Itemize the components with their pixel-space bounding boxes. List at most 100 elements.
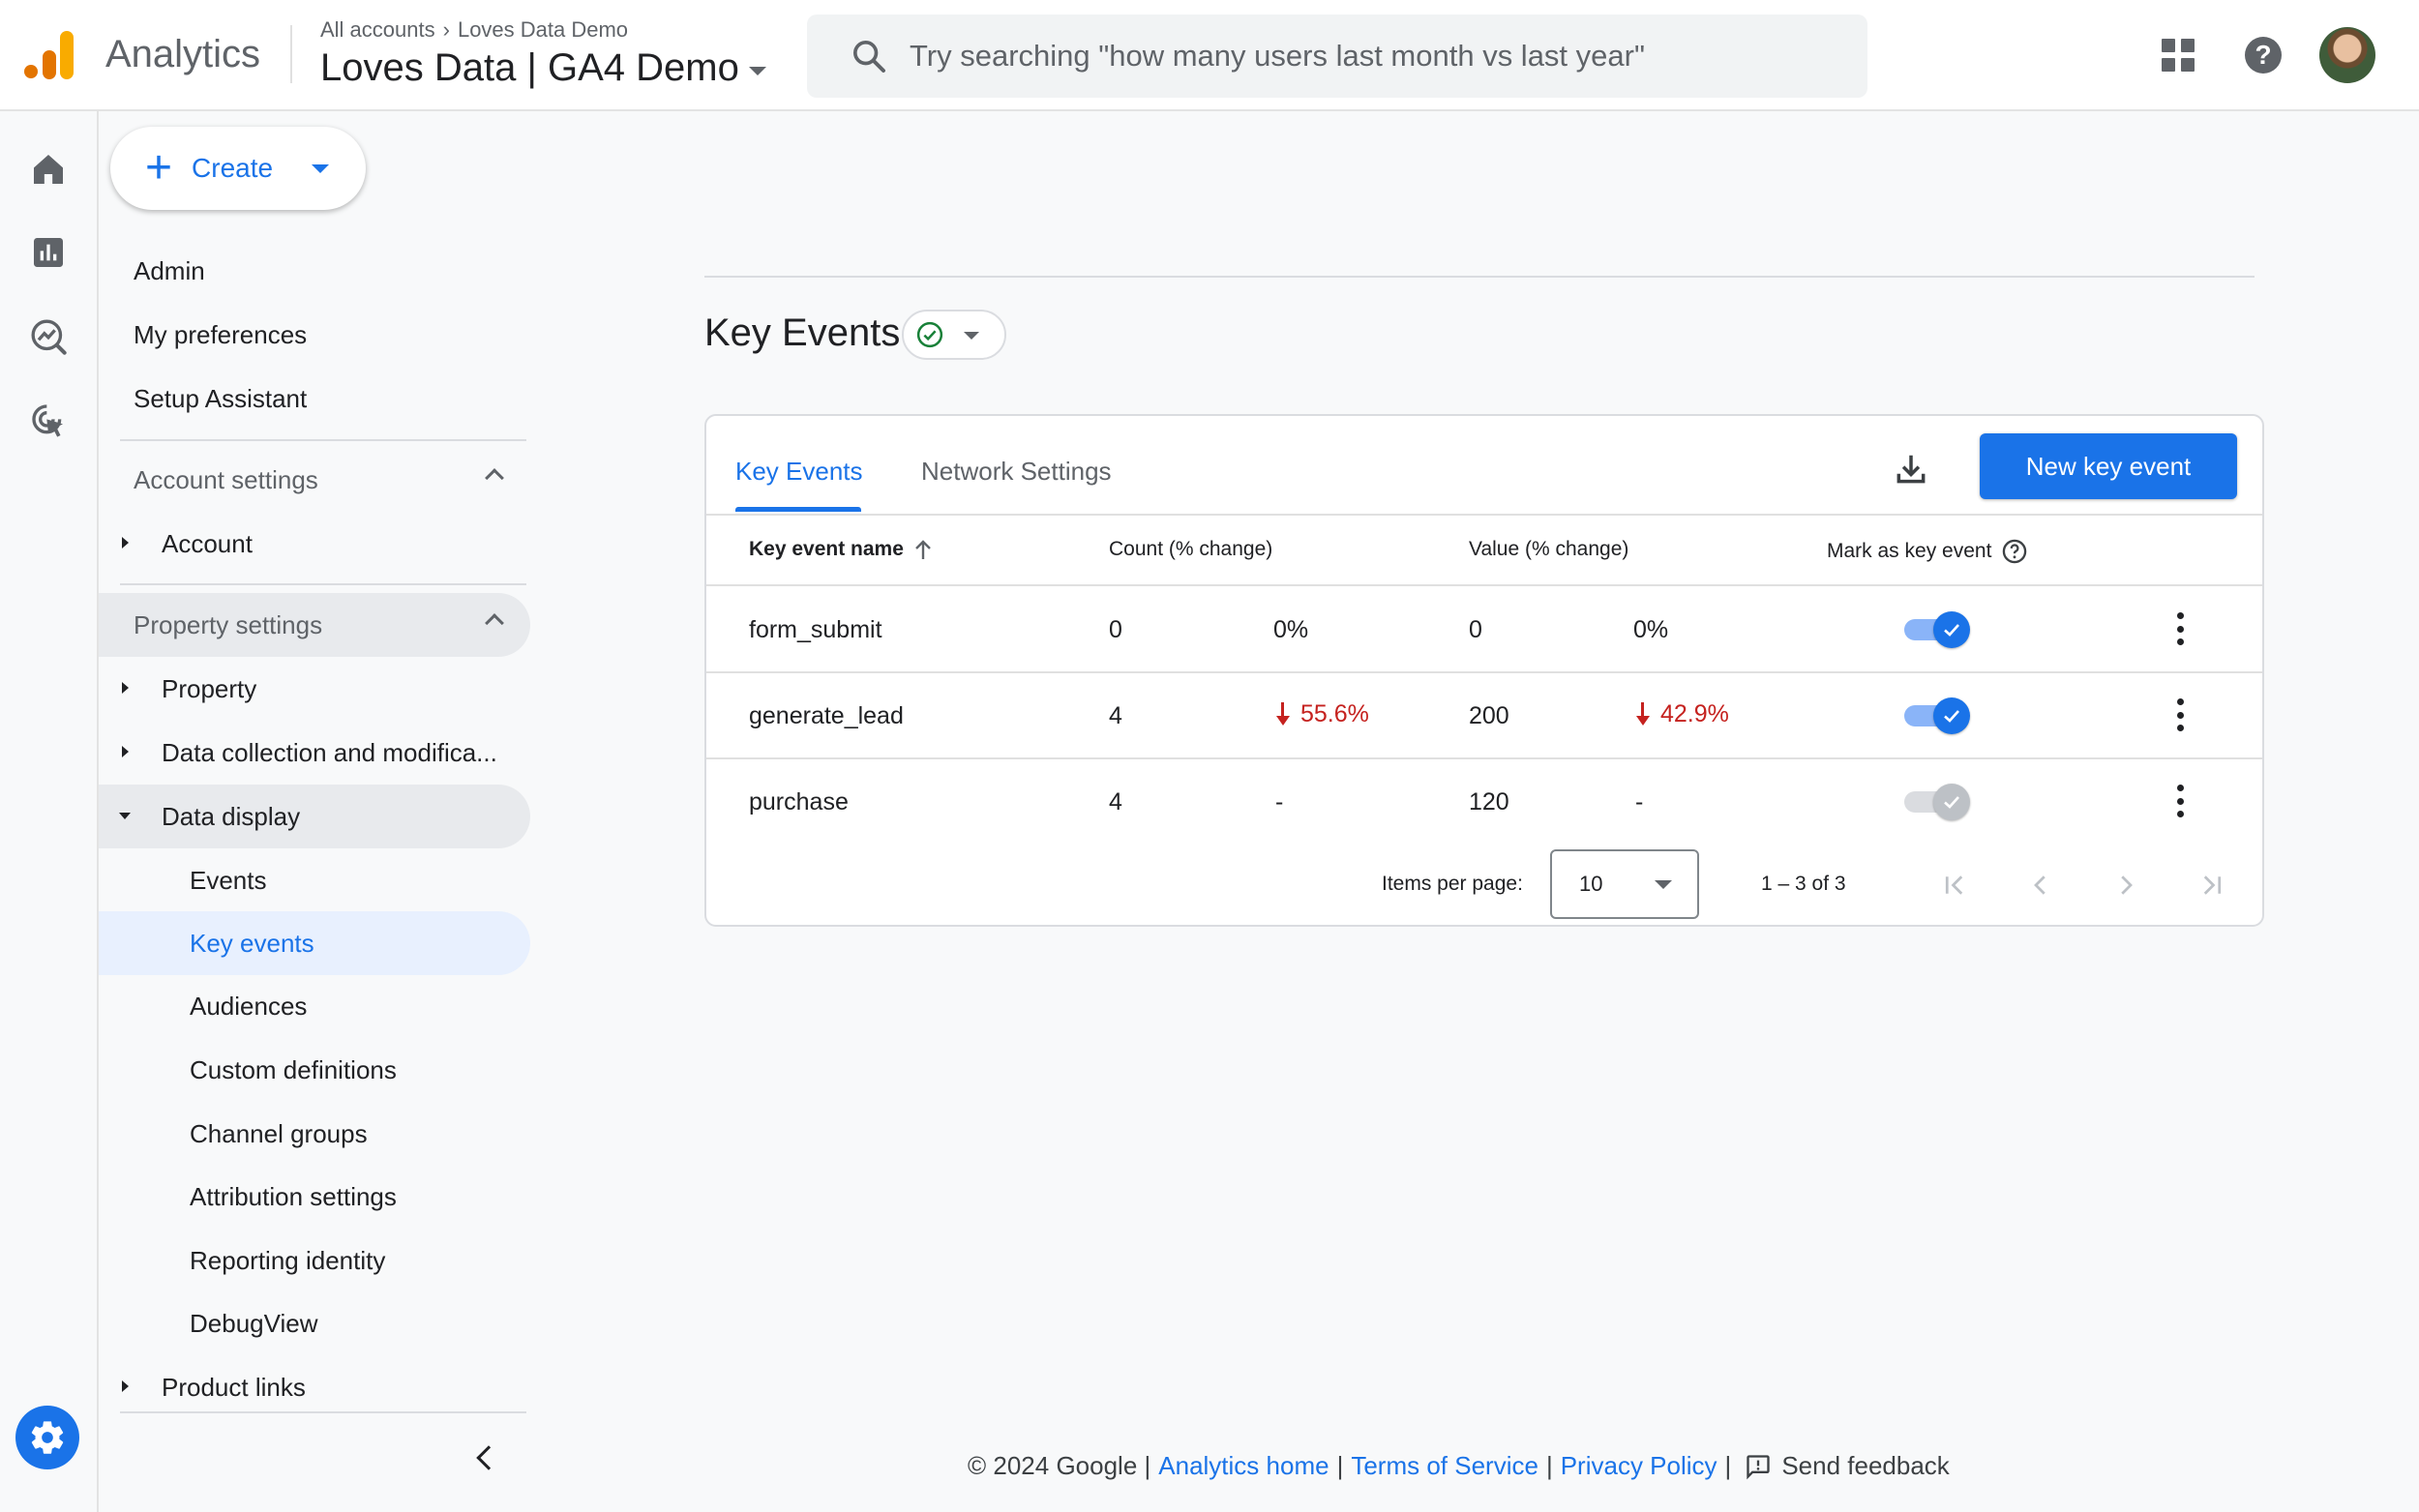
property-selector[interactable]: Loves Data | GA4 Demo — [320, 46, 766, 90]
sidebar-divider — [120, 1411, 526, 1413]
footer-separator: | — [1545, 1451, 1553, 1480]
first-page-icon[interactable] — [1941, 871, 1970, 900]
tab-key-events[interactable]: Key Events — [735, 457, 863, 487]
send-feedback-link[interactable]: Send feedback — [1745, 1451, 1950, 1481]
footer-separator: | — [1724, 1451, 1732, 1480]
sidebar-item-account[interactable]: Account — [162, 529, 253, 559]
help-icon[interactable]: ? — [2245, 37, 2282, 74]
sidebar-item-audiences[interactable]: Audiences — [190, 992, 307, 1022]
table-divider — [706, 584, 2262, 586]
sidebar-active-highlight — [99, 911, 530, 975]
mark-key-event-toggle[interactable] — [1904, 696, 1974, 734]
chevron-right-icon: › — [442, 17, 450, 42]
caret-down-icon — [748, 67, 766, 75]
arrow-down-icon — [1275, 701, 1291, 727]
active-tab-indicator — [735, 507, 861, 512]
reports-icon[interactable] — [29, 233, 68, 272]
status-chip[interactable] — [902, 310, 1006, 360]
apps-grid-icon[interactable] — [2162, 39, 2195, 72]
items-per-page-label: Items per page: — [1382, 873, 1523, 895]
mark-key-event-toggle[interactable] — [1904, 609, 1974, 648]
sidebar-item-my-preferences[interactable]: My preferences — [134, 320, 307, 350]
sidebar-item-property[interactable]: Property — [162, 674, 256, 704]
check-circle-icon — [916, 321, 943, 348]
advertising-icon[interactable] — [29, 401, 68, 440]
column-header-count[interactable]: Count (% change) — [1109, 538, 1272, 561]
sidebar-item-data-collection[interactable]: Data collection and modifica... — [162, 738, 497, 768]
count-change: - — [1275, 788, 1284, 815]
caret-down-icon — [1655, 880, 1672, 889]
value-value: 0 — [1469, 616, 1482, 643]
create-label: Create — [192, 153, 274, 183]
new-key-event-button[interactable]: New key event — [1980, 433, 2237, 499]
caret-down-icon — [312, 163, 330, 173]
chevron-left-icon[interactable] — [476, 1445, 501, 1470]
caret-down-icon — [964, 332, 979, 340]
gear-icon[interactable] — [15, 1406, 79, 1469]
previous-page-icon[interactable] — [2026, 871, 2055, 900]
feedback-icon — [1747, 1454, 1770, 1479]
breadcrumb-account[interactable]: Loves Data Demo — [458, 17, 628, 43]
footer-link-terms[interactable]: Terms of Service — [1351, 1451, 1538, 1481]
sidebar-section-account-settings[interactable]: Account settings — [99, 448, 530, 512]
avatar[interactable] — [2319, 27, 2375, 83]
download-icon[interactable] — [1893, 451, 1929, 488]
sidebar-item-product-links[interactable]: Product links — [162, 1373, 306, 1403]
sidebar-section-property-settings[interactable]: Property settings — [99, 593, 530, 657]
column-header-value[interactable]: Value (% change) — [1469, 538, 1628, 561]
mark-key-event-toggle[interactable] — [1904, 782, 1974, 820]
count-value: 4 — [1109, 788, 1122, 815]
sidebar-item-reporting-identity[interactable]: Reporting identity — [190, 1246, 385, 1276]
plus-icon: + — [145, 142, 173, 193]
last-page-icon[interactable] — [2196, 871, 2225, 900]
explore-icon[interactable] — [29, 317, 68, 356]
sidebar-item-data-display[interactable]: Data display — [162, 802, 300, 832]
value-value: 120 — [1469, 788, 1509, 815]
count-change: 55.6% — [1275, 700, 1369, 728]
left-rail — [0, 111, 99, 1512]
value-value: 200 — [1469, 702, 1509, 729]
sidebar-item-key-events[interactable]: Key events — [190, 929, 314, 959]
home-icon[interactable] — [29, 150, 68, 189]
column-header-name[interactable]: Key event name — [749, 538, 933, 561]
expand-arrow-icon — [122, 537, 129, 548]
search-input[interactable] — [910, 39, 1780, 74]
help-outline-icon[interactable] — [2001, 538, 2028, 565]
chevron-up-icon — [485, 468, 504, 488]
breadcrumb-all-accounts[interactable]: All accounts — [320, 17, 435, 43]
sidebar-item-admin[interactable]: Admin — [134, 256, 205, 286]
top-bar: Analytics All accounts › Loves Data Demo… — [0, 0, 2419, 111]
search-icon — [853, 41, 885, 73]
sidebar-item-events[interactable]: Events — [190, 866, 267, 896]
footer-link-analytics-home[interactable]: Analytics home — [1158, 1451, 1329, 1481]
more-vert-icon[interactable] — [2175, 698, 2185, 731]
search-bar[interactable] — [807, 15, 1867, 98]
next-page-icon[interactable] — [2111, 871, 2140, 900]
sidebar-item-setup-assistant[interactable]: Setup Assistant — [134, 384, 307, 414]
count-value: 0 — [1109, 616, 1122, 643]
pagination-range: 1 – 3 of 3 — [1761, 873, 1846, 895]
section-label: Property settings — [134, 609, 323, 639]
count-change-value: 55.6% — [1300, 700, 1369, 727]
header-divider — [290, 25, 292, 83]
value-change: - — [1635, 788, 1644, 815]
sidebar-item-debugview[interactable]: DebugView — [190, 1309, 318, 1339]
footer-link-privacy[interactable]: Privacy Policy — [1561, 1451, 1717, 1481]
property-name: Loves Data | GA4 Demo — [320, 46, 739, 89]
more-vert-icon[interactable] — [2175, 785, 2185, 817]
items-per-page-select[interactable]: 10 — [1550, 849, 1699, 919]
column-header-label: Mark as key event — [1827, 540, 1992, 562]
more-vert-icon[interactable] — [2175, 612, 2185, 645]
collapse-arrow-icon — [119, 813, 131, 819]
analytics-logo-icon[interactable] — [23, 29, 75, 81]
sidebar-item-custom-definitions[interactable]: Custom definitions — [190, 1055, 397, 1085]
content-divider — [704, 276, 2255, 278]
table-divider — [706, 671, 2262, 673]
sidebar-divider — [120, 583, 526, 585]
event-name: form_submit — [749, 616, 882, 643]
tab-network-settings[interactable]: Network Settings — [921, 457, 1112, 487]
breadcrumb[interactable]: All accounts › Loves Data Demo — [320, 17, 628, 43]
create-button[interactable]: + Create — [110, 127, 366, 210]
sidebar-item-attribution-settings[interactable]: Attribution settings — [190, 1182, 397, 1212]
sidebar-item-channel-groups[interactable]: Channel groups — [190, 1119, 368, 1149]
